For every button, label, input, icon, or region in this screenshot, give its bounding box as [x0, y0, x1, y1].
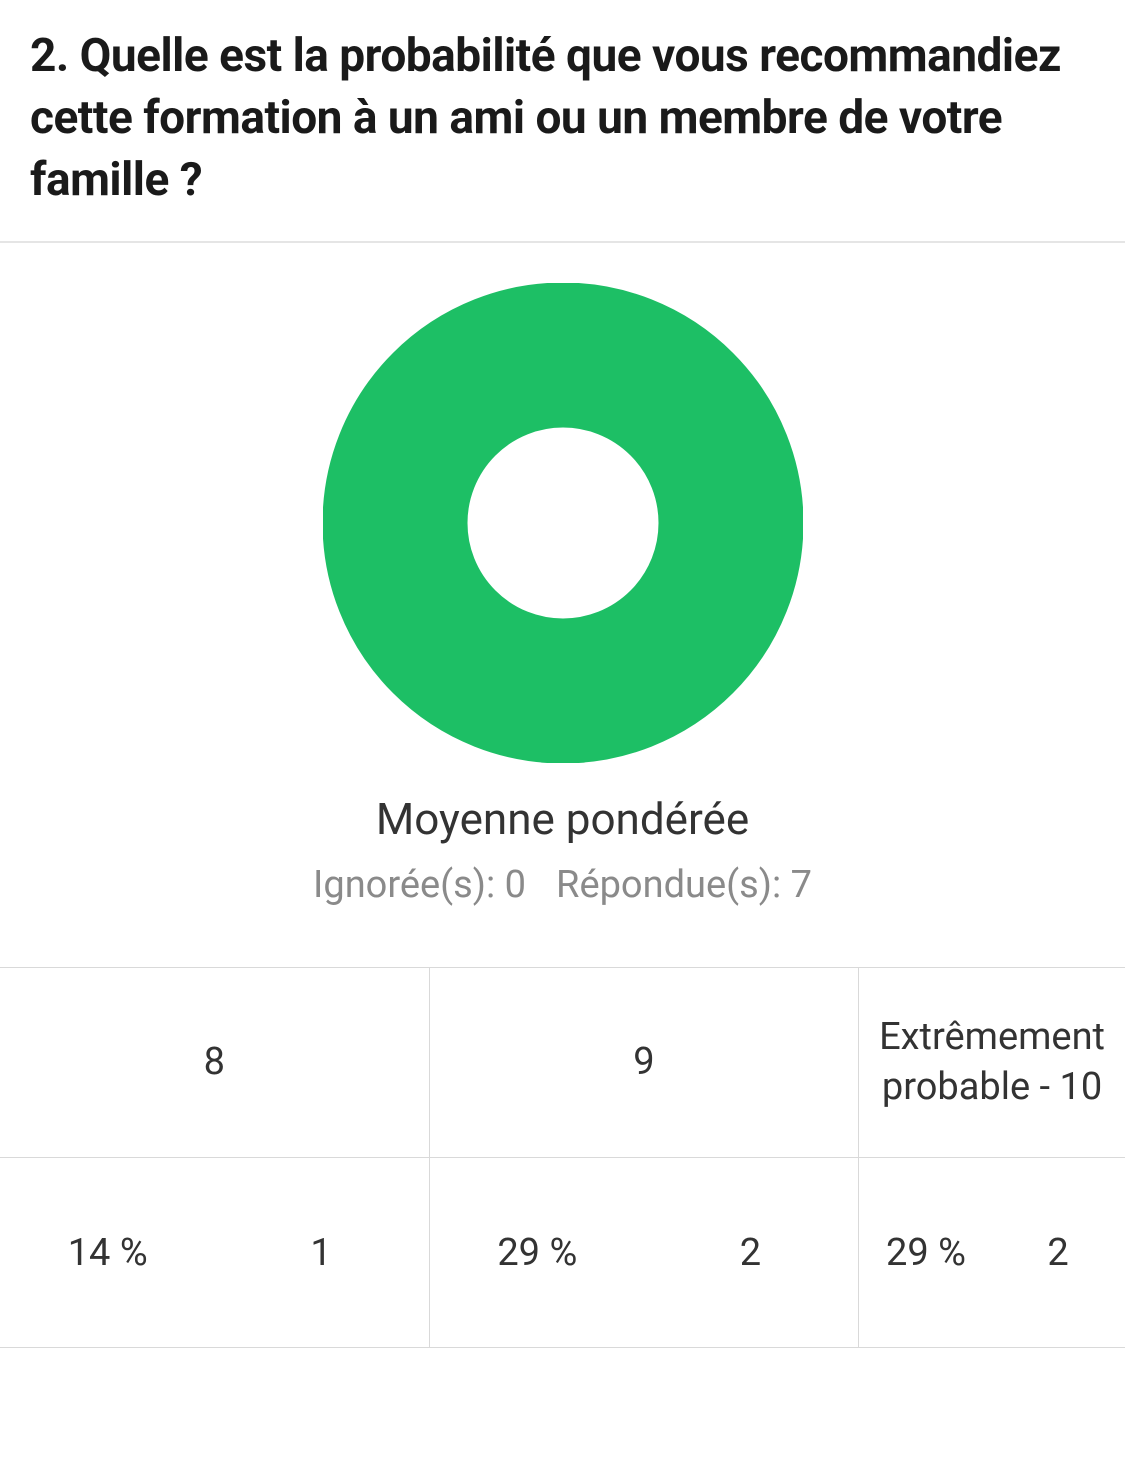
cell-count: 2 [644, 1159, 857, 1346]
table-cell: 29 % 2 [859, 1158, 1125, 1348]
skipped-stat: Ignorée(s): 0 [313, 863, 526, 907]
table-row: 14 % 1 29 % 2 29 % 2 [0, 1158, 1125, 1348]
question-title: 2. Quelle est la probabilité que vous re… [30, 25, 1095, 211]
cell-percent: 29 % [431, 1159, 644, 1346]
donut-slice [395, 355, 731, 691]
chart-stats: Ignorée(s): 0 Répondue(s): 7 [313, 863, 812, 907]
cell-percent: 14 % [1, 1159, 214, 1346]
chart-title: Moyenne pondérée [376, 793, 749, 845]
answered-label: Répondue(s): [556, 863, 781, 907]
table-cell: 29 % 2 [429, 1158, 858, 1348]
question-header: 2. Quelle est la probabilité que vous re… [0, 0, 1125, 243]
table-header-cell: 8 [0, 968, 429, 1158]
table-header-cell: Extrêmement probable - 10 [859, 968, 1125, 1158]
donut-chart [323, 283, 803, 763]
answered-value: 7 [791, 863, 812, 907]
skipped-value: 0 [505, 863, 526, 907]
table-header-cell: 9 [429, 968, 858, 1158]
cell-percent: 29 % [860, 1159, 992, 1346]
cell-count: 2 [992, 1159, 1124, 1346]
answered-stat: Répondue(s): 7 [556, 863, 812, 907]
table-header-row: 8 9 Extrêmement probable - 10 [0, 968, 1125, 1158]
chart-area: Moyenne pondérée Ignorée(s): 0 Répondue(… [0, 243, 1125, 937]
skipped-label: Ignorée(s): [313, 863, 495, 907]
cell-count: 1 [214, 1159, 427, 1346]
table-cell: 14 % 1 [0, 1158, 429, 1348]
results-table: 8 9 Extrêmement probable - 10 14 % 1 29 … [0, 967, 1125, 1348]
